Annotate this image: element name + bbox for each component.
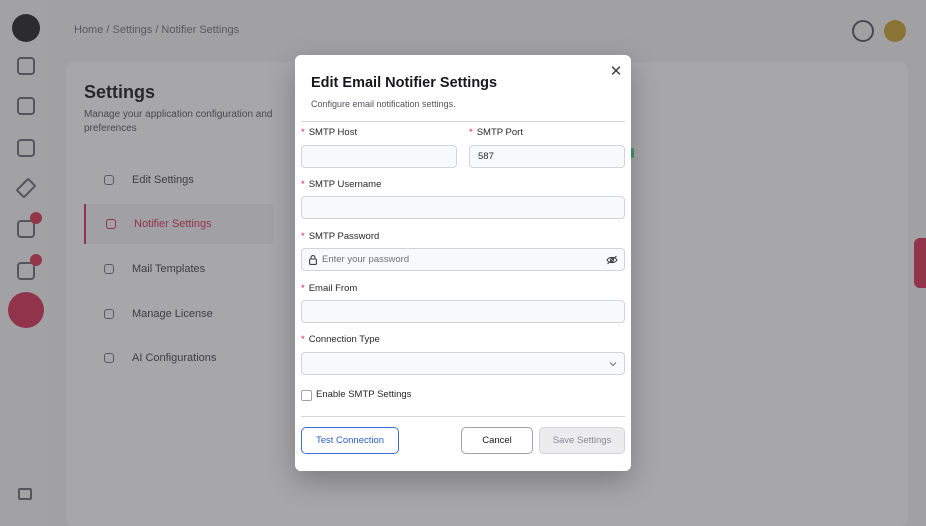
required-marker: * xyxy=(301,231,305,242)
required-marker: * xyxy=(301,283,305,294)
connection-type-label: * Connection Type xyxy=(301,334,380,345)
lock-icon xyxy=(309,255,317,265)
divider xyxy=(301,121,625,122)
required-marker: * xyxy=(301,127,305,138)
edit-email-notifier-dialog: Edit Email Notifier Settings Configure e… xyxy=(295,55,631,471)
close-icon[interactable]: ✕ xyxy=(608,64,624,80)
required-marker: * xyxy=(301,334,305,345)
connection-type-select[interactable] xyxy=(301,352,625,375)
dialog-subtitle: Configure email notification settings. xyxy=(311,99,456,109)
enable-smtp-label[interactable]: Enable SMTP Settings xyxy=(316,389,411,400)
eye-off-icon[interactable] xyxy=(606,255,618,265)
smtp-host-label: * SMTP Host xyxy=(301,127,358,138)
chevron-down-icon xyxy=(609,362,617,367)
smtp-password-label: * SMTP Password xyxy=(301,231,380,242)
smtp-password-input[interactable]: Enter your password xyxy=(301,248,625,271)
smtp-port-input[interactable]: 587 xyxy=(469,145,625,168)
required-marker: * xyxy=(301,179,305,190)
divider xyxy=(301,416,625,417)
save-settings-button[interactable]: Save Settings xyxy=(539,427,625,454)
enable-smtp-checkbox[interactable] xyxy=(301,390,312,401)
email-from-label: * Email From xyxy=(301,283,358,294)
smtp-port-label: * SMTP Port xyxy=(469,127,523,138)
smtp-port-value: 587 xyxy=(478,151,494,162)
password-placeholder: Enter your password xyxy=(322,254,410,265)
smtp-username-label: * SMTP Username xyxy=(301,179,382,190)
dialog-title: Edit Email Notifier Settings xyxy=(311,75,498,91)
test-connection-button[interactable]: Test Connection xyxy=(301,427,399,454)
required-marker: * xyxy=(469,127,473,138)
smtp-host-input[interactable] xyxy=(301,145,457,168)
cancel-button[interactable]: Cancel xyxy=(461,427,533,454)
email-from-input[interactable] xyxy=(301,300,625,323)
smtp-username-input[interactable] xyxy=(301,196,625,219)
